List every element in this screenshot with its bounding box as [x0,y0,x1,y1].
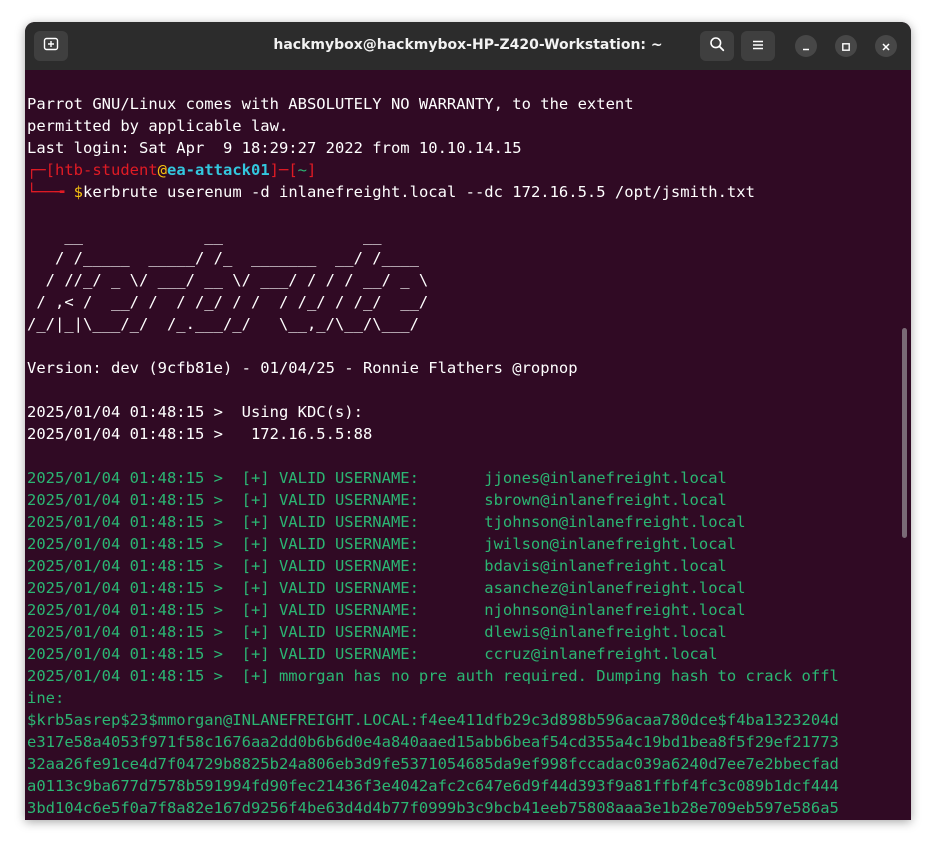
kdc-line: 2025/01/04 01:48:15 > 172.16.5.5:88 [27,425,373,443]
prompt-user: htb-student [55,161,158,179]
hash-line: e317e58a4053f971f58c1676aa2dd0b6b6d0e4a8… [27,733,839,751]
close-icon [881,37,891,56]
kdc-line: 2025/01/04 01:48:15 > Using KDC(s): [27,403,363,421]
search-icon [709,36,725,56]
terminal-window: hackmybox@hackmybox-HP-Z420-Workstation:… [25,22,911,820]
hash-line: 32aa26fe91ce4d7f04729b8825b24a806eb3d9fe… [27,755,839,773]
command-line: └──╼ $kerbrute userenum -d inlanefreight… [27,181,907,203]
banner-line: / ,< / __/ / / /_/ / / / /_/ / /_/ __/ [27,293,429,311]
close-button[interactable] [875,35,897,57]
maximize-button[interactable] [835,35,857,57]
valid-username-line: 2025/01/04 01:48:15 > [+] VALID USERNAME… [27,579,746,597]
hash-line: a0113c9ba677d7578b591994fd90fec21436f3e4… [27,777,839,795]
prompt-at: @ [157,161,167,179]
valid-username-line: 2025/01/04 01:48:15 > [+] VALID USERNAME… [27,601,746,619]
asrep-line: ine: [27,689,65,707]
prompt-host: ea-attack01 [167,161,270,179]
maximize-icon [841,37,851,56]
intro-line: permitted by applicable law. [27,117,289,135]
intro-line: Parrot GNU/Linux comes with ABSOLUTELY N… [27,95,634,113]
search-button[interactable] [700,31,734,61]
window-title: hackmybox@hackmybox-HP-Z420-Workstation:… [273,37,663,53]
prompt-separator: ]─[ [269,161,298,179]
valid-username-line: 2025/01/04 01:48:15 > [+] VALID USERNAME… [27,469,727,487]
prompt-box-bottom: └──╼ [27,183,74,201]
banner-line: / //_/ _ \/ ___/ __ \/ ___/ / / / __/ _ … [27,271,429,289]
valid-username-line: 2025/01/04 01:48:15 > [+] VALID USERNAME… [27,557,727,575]
terminal-output[interactable]: Parrot GNU/Linux comes with ABSOLUTELY N… [25,70,911,820]
valid-username-line: 2025/01/04 01:48:15 > [+] VALID USERNAME… [27,535,737,553]
vertical-scrollbar[interactable] [902,328,907,538]
valid-username-line: 2025/01/04 01:48:15 > [+] VALID USERNAME… [27,645,718,663]
prompt-line: ┌─[htb-student@ea-attack01]─[~] [27,159,907,181]
hamburger-menu-icon [751,37,765,56]
banner-line: __ __ __ [27,227,429,245]
banner-line: /_/|_|\___/_/ /_.___/_/ \__,_/\__/\___/ [27,315,429,333]
title-bar: hackmybox@hackmybox-HP-Z420-Workstation:… [25,22,911,70]
prompt-box-top: ┌─[ [27,161,55,179]
valid-username-line: 2025/01/04 01:48:15 > [+] VALID USERNAME… [27,513,746,531]
hash-line: $krb5asrep$23$mmorgan@INLANEFREIGHT.LOCA… [27,711,839,729]
prompt-dollar: $ [73,183,84,201]
minimize-icon [801,37,811,56]
command-text: kerbrute userenum -d inlanefreight.local… [83,183,755,201]
banner-line: / /_____ _____/ /_ _______ __/ /____ [27,249,429,267]
minimize-button[interactable] [795,35,817,57]
prompt-directory: ~ [297,161,307,179]
prompt-close: ] [307,161,317,179]
valid-username-line: 2025/01/04 01:48:15 > [+] VALID USERNAME… [27,491,727,509]
asrep-line: 2025/01/04 01:48:15 > [+] mmorgan has no… [27,667,839,685]
valid-username-line: 2025/01/04 01:48:15 > [+] VALID USERNAME… [27,623,727,641]
intro-line: Last login: Sat Apr 9 18:29:27 2022 from… [27,139,522,157]
version-line: Version: dev (9cfb81e) - 01/04/25 - Ronn… [27,359,578,377]
menu-button[interactable] [741,31,775,61]
hash-line: 3bd104c6e5f0a7f8a82e167d9256f4be63d4d4b7… [27,799,839,817]
